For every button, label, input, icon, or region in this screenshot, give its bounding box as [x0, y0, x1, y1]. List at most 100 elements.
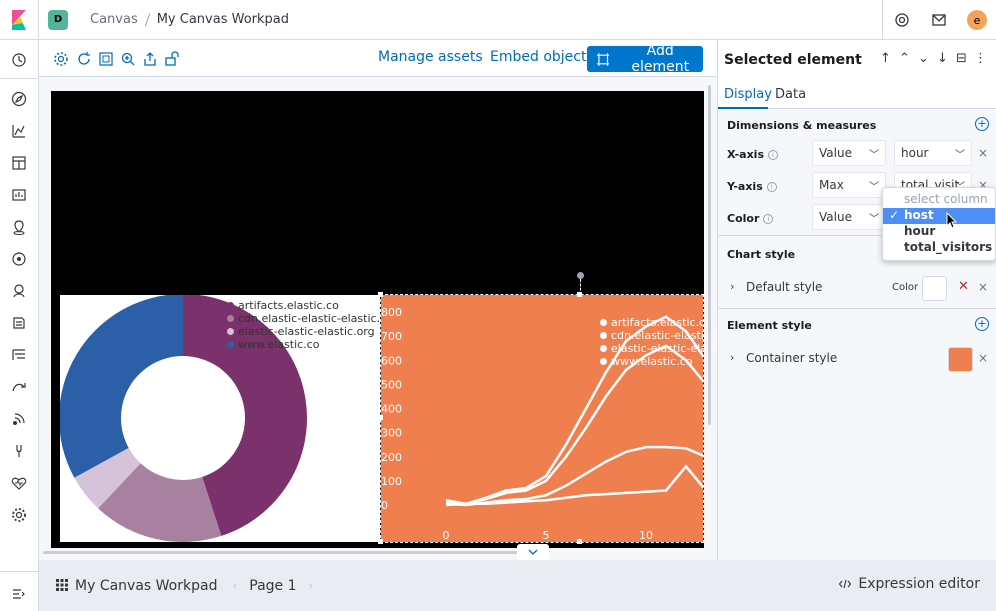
legend-item: www.elastic.co	[600, 355, 721, 368]
legend-swatch	[600, 319, 607, 326]
line-chart-element[interactable]: 8007006005004003002001000051015 artifact…	[380, 294, 721, 543]
clear-color-icon[interactable]: ✕	[958, 279, 969, 294]
legend-swatch	[227, 302, 234, 309]
help-icon[interactable]	[882, 0, 920, 40]
resize-handle[interactable]	[577, 539, 582, 544]
management-icon[interactable]	[11, 507, 27, 523]
mail-icon[interactable]	[920, 0, 958, 40]
embed-object-button[interactable]: Embed object	[490, 49, 586, 65]
recent-icon[interactable]	[11, 52, 27, 68]
dropdown-option-total-visitors[interactable]: total_visitors	[883, 240, 995, 256]
workpad-page[interactable]: artifacts.elastic.co cdn.elastic-elastic-…	[51, 91, 721, 548]
y-axis-function-select[interactable]: Max ﹀	[812, 172, 886, 198]
legend-swatch	[227, 315, 234, 322]
toggle-tray-button[interactable]	[517, 544, 549, 560]
container-color-swatch[interactable]	[948, 347, 973, 372]
color-function-select[interactable]: Value ﹀	[812, 204, 886, 230]
space-avatar[interactable]: D	[48, 9, 68, 30]
remove-chart-style-icon[interactable]: ×	[978, 280, 988, 294]
workpad-name[interactable]: My Canvas Workpad	[75, 578, 217, 594]
info-icon[interactable]: i	[763, 213, 774, 224]
uptime-icon[interactable]	[11, 379, 27, 395]
dashboard-icon[interactable]	[11, 155, 27, 171]
chart-color-swatch[interactable]	[922, 276, 947, 301]
apm-icon[interactable]	[11, 347, 27, 363]
x-axis-column-select[interactable]: hour ﹀	[894, 140, 972, 166]
x-axis-function-select[interactable]: Value ﹀	[812, 140, 886, 166]
add-element-style-icon[interactable]: +	[975, 317, 989, 331]
expression-editor-button[interactable]: Expression editor	[839, 576, 980, 592]
breadcrumb: Canvas My Canvas Workpad	[90, 12, 289, 27]
add-dimension-icon[interactable]: +	[975, 117, 989, 131]
discover-icon[interactable]	[11, 91, 27, 107]
header-actions: e	[882, 0, 996, 40]
dropdown-option-hour[interactable]: hour	[883, 224, 995, 240]
save-element-icon[interactable]: ⊟	[952, 51, 971, 66]
logs-icon[interactable]	[11, 315, 27, 331]
collapse-nav-icon[interactable]	[11, 586, 27, 602]
container-style-accordion[interactable]: › Container style ×	[718, 341, 996, 377]
remove-container-style-icon[interactable]: ×	[978, 351, 988, 365]
user-menu[interactable]: e	[958, 0, 996, 40]
resize-handle[interactable]	[378, 539, 383, 544]
dropdown-option-host[interactable]: ✓ host	[883, 208, 995, 224]
color-label-text: Color	[727, 212, 760, 225]
default-style-accordion[interactable]: › Default style Color ✕ ×	[718, 270, 996, 306]
more-options-icon[interactable]: ⋮	[971, 51, 990, 66]
legend-label: cdn.elastic-elastic-elastic.org	[238, 312, 399, 325]
monitoring-icon[interactable]	[11, 475, 27, 491]
kibana-logo[interactable]	[0, 0, 39, 40]
rotate-handle[interactable]	[577, 272, 584, 279]
horizontal-scrollbar[interactable]	[43, 551, 517, 554]
share-icon[interactable]	[142, 51, 158, 67]
tab-data[interactable]: Data	[775, 87, 806, 102]
y-tick-label: 600	[381, 354, 402, 367]
legend-swatch	[227, 341, 234, 348]
vertical-scrollbar[interactable]	[708, 85, 711, 425]
sidebar-title: Selected element	[724, 52, 862, 68]
send-to-back-icon[interactable]: ↓	[933, 51, 952, 66]
siem-icon[interactable]	[11, 411, 27, 427]
user-avatar[interactable]: e	[967, 10, 987, 30]
y-axis-label: Y-axis i	[727, 180, 777, 193]
tab-display[interactable]: Display	[724, 87, 772, 102]
info-icon[interactable]: i	[766, 181, 777, 192]
bring-forward-icon[interactable]: ⌃	[895, 51, 914, 66]
infrastructure-icon[interactable]	[11, 283, 27, 299]
breadcrumb-separator	[144, 12, 151, 27]
add-element-button[interactable]: Add element	[587, 43, 703, 75]
next-page-icon[interactable]: ›	[309, 579, 314, 593]
color-function-value: Value	[819, 210, 852, 224]
donut-chart-element[interactable]: artifacts.elastic.co cdn.elastic-elastic-…	[60, 295, 398, 542]
unlock-icon[interactable]	[164, 51, 180, 67]
dropdown-placeholder[interactable]: select column	[883, 192, 995, 208]
resize-handle[interactable]	[378, 415, 383, 420]
workpad-footer: My Canvas Workpad ‹ Page 1 › Expression …	[39, 560, 996, 611]
page-grid-icon[interactable]	[56, 579, 68, 591]
remove-x-axis-icon[interactable]: ×	[978, 146, 988, 160]
resize-handle[interactable]	[378, 292, 383, 297]
y-tick-label: 200	[381, 451, 402, 464]
breadcrumb-canvas[interactable]: Canvas	[90, 12, 138, 27]
manage-assets-button[interactable]: Manage assets	[378, 49, 483, 65]
settings-icon[interactable]	[53, 51, 69, 67]
info-icon[interactable]: i	[768, 149, 778, 160]
prev-page-icon[interactable]: ‹	[232, 579, 237, 593]
zoom-icon[interactable]	[120, 51, 136, 67]
legend-swatch	[600, 332, 607, 339]
section-divider	[718, 308, 996, 309]
legend-swatch	[227, 328, 234, 335]
canvas-icon[interactable]	[11, 187, 27, 203]
visualize-icon[interactable]	[11, 123, 27, 139]
ml-icon[interactable]	[11, 251, 27, 267]
display-panel: Dimensions & measures + X-axis i Value ﹀ h…	[718, 110, 996, 560]
fullscreen-icon[interactable]	[98, 51, 114, 67]
dev-tools-icon[interactable]	[11, 443, 27, 459]
bring-to-front-icon[interactable]: ↑	[876, 51, 895, 66]
y-tick-label: 0	[381, 499, 388, 512]
send-backward-icon[interactable]: ⌄	[914, 51, 933, 66]
refresh-icon[interactable]	[76, 51, 92, 67]
sidebar-tabs: Display Data	[718, 80, 996, 109]
maps-icon[interactable]	[11, 219, 27, 235]
resize-handle[interactable]	[577, 292, 582, 297]
